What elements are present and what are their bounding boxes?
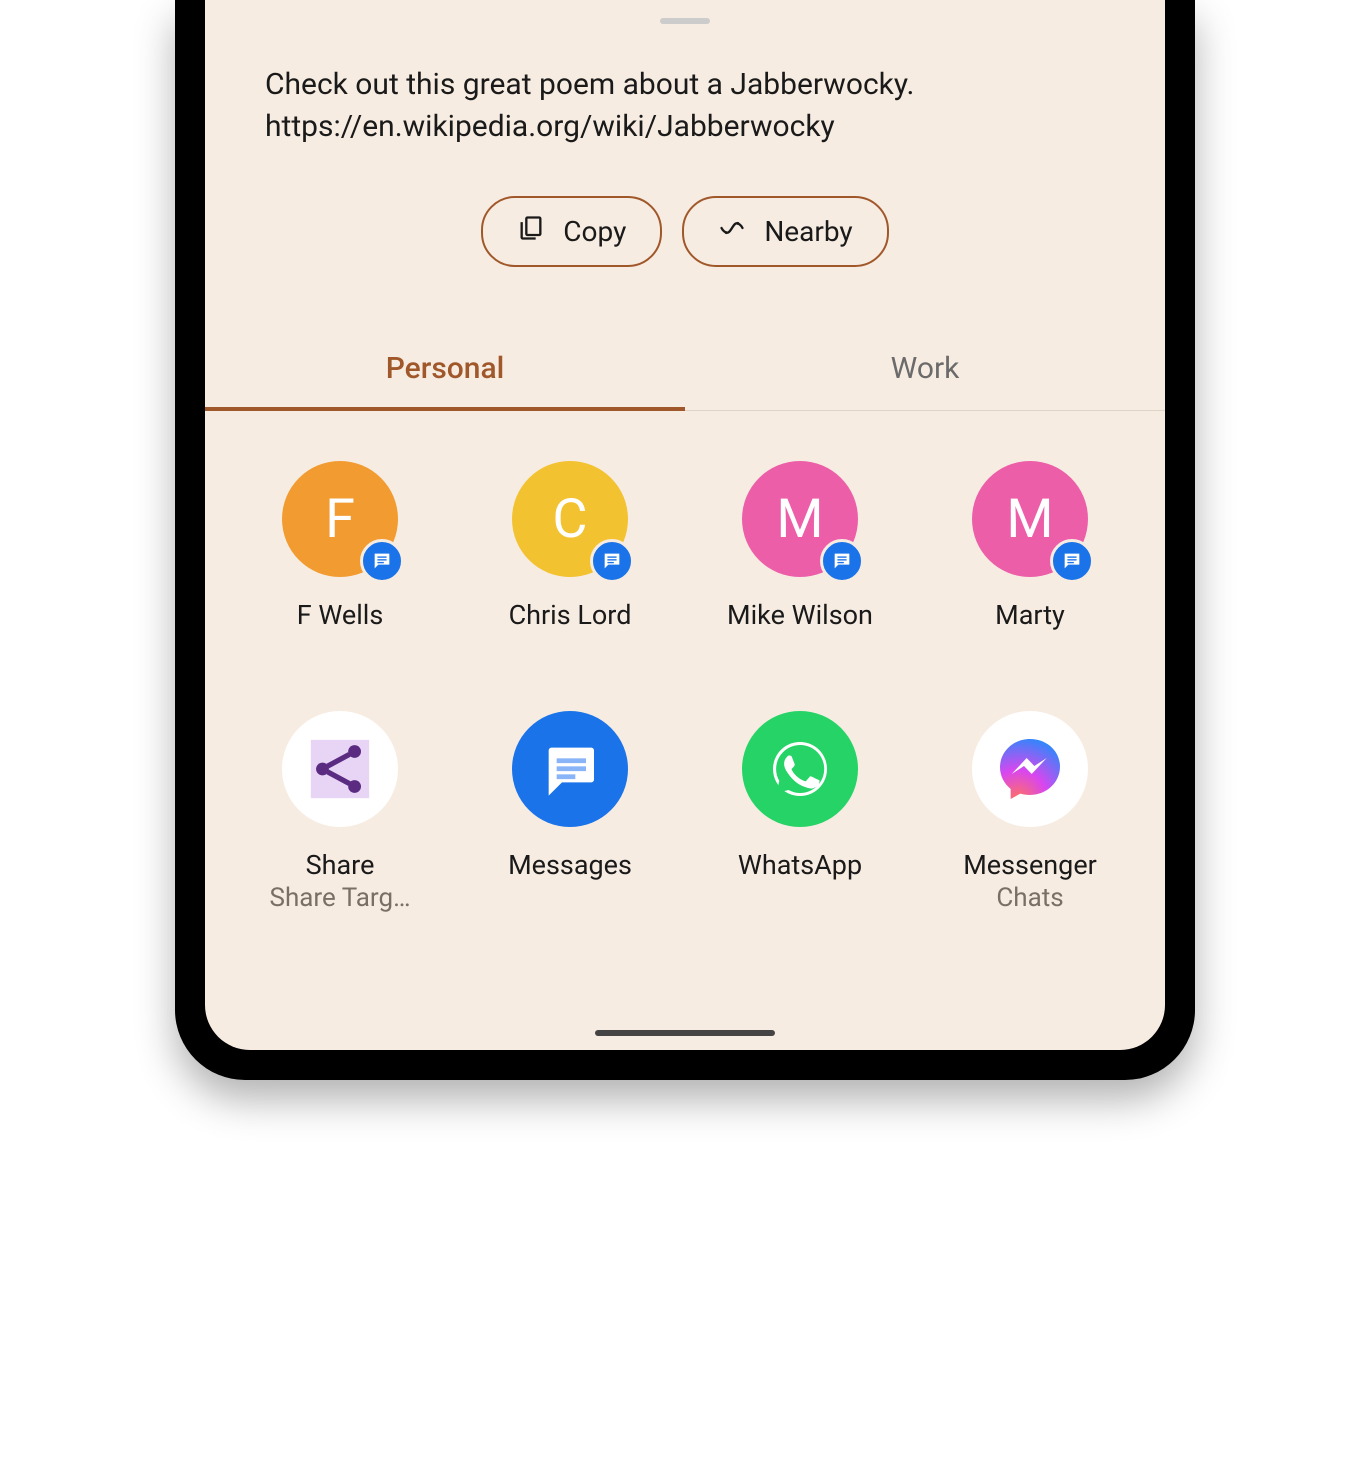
nearby-button-label: Nearby — [764, 215, 852, 248]
share-text-line1: Check out this great poem about a Jabber… — [265, 64, 1105, 106]
whatsapp-icon — [742, 711, 858, 827]
messages-badge-icon — [1050, 539, 1094, 583]
app-target-messages[interactable]: Messages — [465, 711, 675, 913]
contact-name: Mike Wilson — [727, 599, 873, 631]
action-button-row: Copy Nearby — [205, 148, 1165, 327]
app-name: WhatsApp — [738, 849, 862, 881]
avatar-wrap: M — [742, 461, 858, 577]
tab-personal-label: Personal — [386, 351, 505, 386]
contact-name: Marty — [995, 599, 1065, 631]
messenger-icon — [972, 711, 1088, 827]
share-icon — [282, 711, 398, 827]
contact-name: Chris Lord — [509, 599, 632, 631]
avatar-wrap: F — [282, 461, 398, 577]
app-name: Messenger — [963, 849, 1097, 881]
app-name: Share — [306, 849, 375, 881]
messages-icon — [512, 711, 628, 827]
copy-button[interactable]: Copy — [481, 196, 662, 267]
nearby-button[interactable]: Nearby — [682, 196, 888, 267]
contact-target[interactable]: C Chris Lord — [465, 461, 675, 631]
tab-work-label: Work — [891, 351, 960, 386]
avatar-wrap: M — [972, 461, 1088, 577]
share-sheet-screen: Check out this great poem about a Jabber… — [205, 0, 1165, 1050]
copy-button-label: Copy — [563, 215, 626, 248]
copy-icon — [517, 214, 545, 249]
contact-target[interactable]: M Marty — [925, 461, 1135, 631]
messages-badge-icon — [590, 539, 634, 583]
share-preview-text: Check out this great poem about a Jabber… — [205, 24, 1165, 148]
app-name: Messages — [508, 849, 632, 881]
share-text-line2: https://en.wikipedia.org/wiki/Jabberwock… — [265, 106, 1105, 148]
messages-badge-icon — [360, 539, 404, 583]
tab-work[interactable]: Work — [685, 327, 1165, 410]
app-target-whatsapp[interactable]: WhatsApp — [695, 711, 905, 913]
tab-bar: Personal Work — [205, 327, 1165, 411]
app-target-messenger[interactable]: Messenger Chats — [925, 711, 1135, 913]
app-subtitle: Chats — [996, 883, 1063, 913]
contact-targets-row: F F Wells C Chris Lord — [205, 411, 1165, 631]
avatar-wrap: C — [512, 461, 628, 577]
nearby-icon — [718, 214, 746, 249]
phone-frame: Check out this great poem about a Jabber… — [175, 0, 1195, 1080]
avatar-initial: F — [325, 488, 355, 551]
avatar-initial: M — [1006, 488, 1053, 551]
contact-target[interactable]: F F Wells — [235, 461, 445, 631]
app-subtitle: Share Targ… — [270, 883, 411, 913]
tab-personal[interactable]: Personal — [205, 327, 685, 410]
avatar-initial: C — [552, 488, 587, 551]
avatar-initial: M — [776, 488, 823, 551]
app-target-share[interactable]: Share Share Targ… — [235, 711, 445, 913]
contact-name: F Wells — [297, 599, 384, 631]
contact-target[interactable]: M Mike Wilson — [695, 461, 905, 631]
nav-bar-handle[interactable] — [595, 1030, 775, 1036]
messages-badge-icon — [820, 539, 864, 583]
app-targets-row: Share Share Targ… Messages — [205, 631, 1165, 913]
